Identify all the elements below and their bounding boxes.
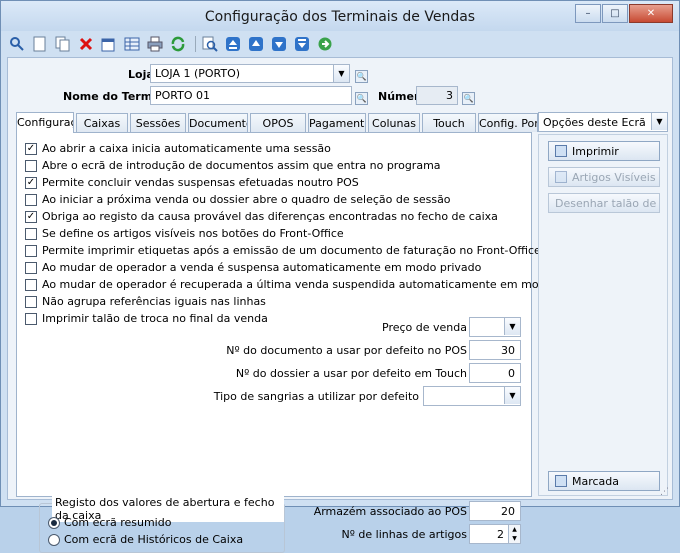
preco-combo[interactable]: ▼: [469, 317, 521, 337]
option-selecao-sessao[interactable]: Ao iniciar a próxima venda ou dossier ab…: [25, 192, 451, 207]
minimize-button[interactable]: –: [575, 4, 601, 23]
chevron-down-icon[interactable]: ▼: [504, 318, 520, 335]
checkbox[interactable]: ✓: [25, 210, 37, 223]
side-panel: Opções deste Ecrã ▼ Imprimir Artigos Vis…: [538, 112, 668, 496]
exit-icon[interactable]: [315, 34, 335, 54]
radio-button[interactable]: [48, 516, 60, 529]
search-icon[interactable]: [7, 34, 27, 54]
maximize-button[interactable]: □: [602, 4, 628, 23]
tab-config-port[interactable]: Config. Port: [478, 113, 538, 132]
client-area: Loja LOJA 1 (PORTO) ▼ 🔍 Nome do Terminal…: [7, 57, 673, 553]
option-recuperada-privado[interactable]: Ao mudar de operador é recuperada a últi…: [25, 277, 597, 292]
settings-icon: [555, 171, 567, 183]
doc-label: Nº do documento a usar por defeito no PO…: [226, 344, 467, 357]
numero-lookup-icon[interactable]: 🔍: [462, 92, 475, 105]
new-document-icon[interactable]: [30, 34, 50, 54]
option-abre-ecra[interactable]: Abre o ecrã de introdução de documentos …: [25, 158, 441, 173]
marker-icon: [555, 475, 567, 487]
radio-button[interactable]: [48, 533, 60, 546]
opcoes-combo[interactable]: Opções deste Ecrã ▼: [538, 112, 668, 132]
spin-arrows-icon[interactable]: ▲ ▼: [508, 525, 520, 543]
option-imprimir-etiquetas[interactable]: Permite imprimir etiquetas após a emissã…: [25, 243, 541, 258]
tab-configuracao[interactable]: Configuraç: [16, 112, 74, 133]
chevron-down-icon[interactable]: ▼: [651, 113, 667, 130]
marcada-button[interactable]: Marcada: [548, 471, 660, 491]
option-artigos-visiveis[interactable]: Se define os artigos visíveis nos botões…: [25, 226, 344, 241]
tab-touch[interactable]: Touch: [422, 113, 476, 132]
grid-icon[interactable]: [122, 34, 142, 54]
terminal-lookup-icon[interactable]: 🔍: [355, 92, 368, 105]
loja-combo[interactable]: LOJA 1 (PORTO) ▼: [150, 64, 350, 83]
option-abrir-caixa[interactable]: ✓ Ao abrir a caixa inicia automaticamente…: [25, 141, 331, 156]
loja-value: LOJA 1 (PORTO): [155, 67, 241, 80]
properties-icon[interactable]: [99, 34, 119, 54]
tab-documento[interactable]: Documento: [188, 113, 248, 132]
option-talao-troca[interactable]: Imprimir talão de troca no final da vend…: [25, 311, 268, 326]
tab-caixas[interactable]: Caixas: [76, 113, 128, 132]
terminal-field[interactable]: PORTO 01: [150, 86, 352, 105]
numero-field[interactable]: 3: [416, 86, 458, 105]
option-vendas-suspensas[interactable]: ✓ Permite concluir vendas suspensas efetu…: [25, 175, 359, 190]
linhas-label: Nº de linhas de artigos: [341, 528, 467, 541]
checkbox[interactable]: [25, 312, 37, 325]
first-icon[interactable]: [223, 34, 243, 54]
registo-group: Registo dos valores de abertura e fecho …: [39, 496, 285, 553]
preco-label: Preço de venda: [382, 321, 467, 334]
previous-icon[interactable]: [246, 34, 266, 54]
checkbox[interactable]: ✓: [25, 176, 37, 189]
checkbox[interactable]: [25, 278, 37, 291]
checkbox[interactable]: [25, 227, 37, 240]
desenhar-talao-button[interactable]: Desenhar talão de troca: [548, 193, 660, 213]
linhas-stepper[interactable]: 2 ▲ ▼: [469, 524, 521, 544]
checkbox[interactable]: [25, 193, 37, 206]
next-icon[interactable]: [269, 34, 289, 54]
copy-icon[interactable]: [53, 34, 73, 54]
checkbox[interactable]: [25, 159, 37, 172]
armazem-field[interactable]: 20: [469, 501, 521, 521]
radio-historicos-caixa[interactable]: Com ecrã de Históricos de Caixa: [48, 533, 243, 546]
toolbar: [7, 33, 338, 55]
close-button[interactable]: ✕: [629, 4, 673, 23]
configuracao-panel: ✓ Ao abrir a caixa inicia automaticamente…: [16, 132, 597, 553]
sangrias-label: Tipo de sangrias a utilizar por defeito: [213, 390, 419, 403]
chevron-down-icon[interactable]: ▼: [504, 387, 520, 404]
dossier-field[interactable]: 0: [469, 363, 521, 383]
imprimir-button[interactable]: Imprimir: [548, 141, 660, 161]
checkbox[interactable]: [25, 244, 37, 257]
option-registo-causa[interactable]: ✓ Obriga ao registo da causa provável das…: [25, 209, 498, 224]
tab-pagamento[interactable]: Pagamento: [308, 113, 366, 132]
side-body: Imprimir Artigos Visíveis Desenhar talão…: [538, 134, 668, 496]
printer-icon[interactable]: [145, 34, 165, 54]
loja-lookup-icon[interactable]: 🔍: [355, 70, 368, 83]
checkbox[interactable]: [25, 295, 37, 308]
sangrias-combo[interactable]: ▼: [423, 386, 521, 406]
main-window: Configuração dos Terminais de Vendas – □…: [0, 0, 680, 553]
toolbar-separator: [195, 36, 196, 52]
title-bar: Configuração dos Terminais de Vendas – □…: [1, 1, 679, 31]
tab-colunas[interactable]: Colunas: [368, 113, 420, 132]
radio-ecra-resumido[interactable]: Com ecrã resumido: [48, 516, 171, 529]
resize-grip-icon[interactable]: ⋰: [660, 487, 670, 497]
chevron-down-icon[interactable]: ▼: [333, 65, 349, 82]
checkbox[interactable]: [25, 261, 37, 274]
refresh-icon[interactable]: [168, 34, 188, 54]
dossier-label: Nº do dossier a usar por defeito em Touc…: [235, 367, 467, 380]
tab-sessoes[interactable]: Sessões: [130, 113, 186, 132]
zoom-icon[interactable]: [200, 34, 220, 54]
last-icon[interactable]: [292, 34, 312, 54]
doc-field[interactable]: 30: [469, 340, 521, 360]
option-nao-agrupa[interactable]: Não agrupa referências iguais nas linhas: [25, 294, 266, 309]
artigos-visiveis-button[interactable]: Artigos Visíveis: [548, 167, 660, 187]
option-suspensa-privado[interactable]: Ao mudar de operador a venda é suspensa …: [25, 260, 481, 275]
checkbox[interactable]: ✓: [25, 142, 37, 155]
delete-icon[interactable]: [76, 34, 96, 54]
printer-icon: [555, 145, 567, 157]
tab-opos[interactable]: OPOS: [250, 113, 306, 132]
